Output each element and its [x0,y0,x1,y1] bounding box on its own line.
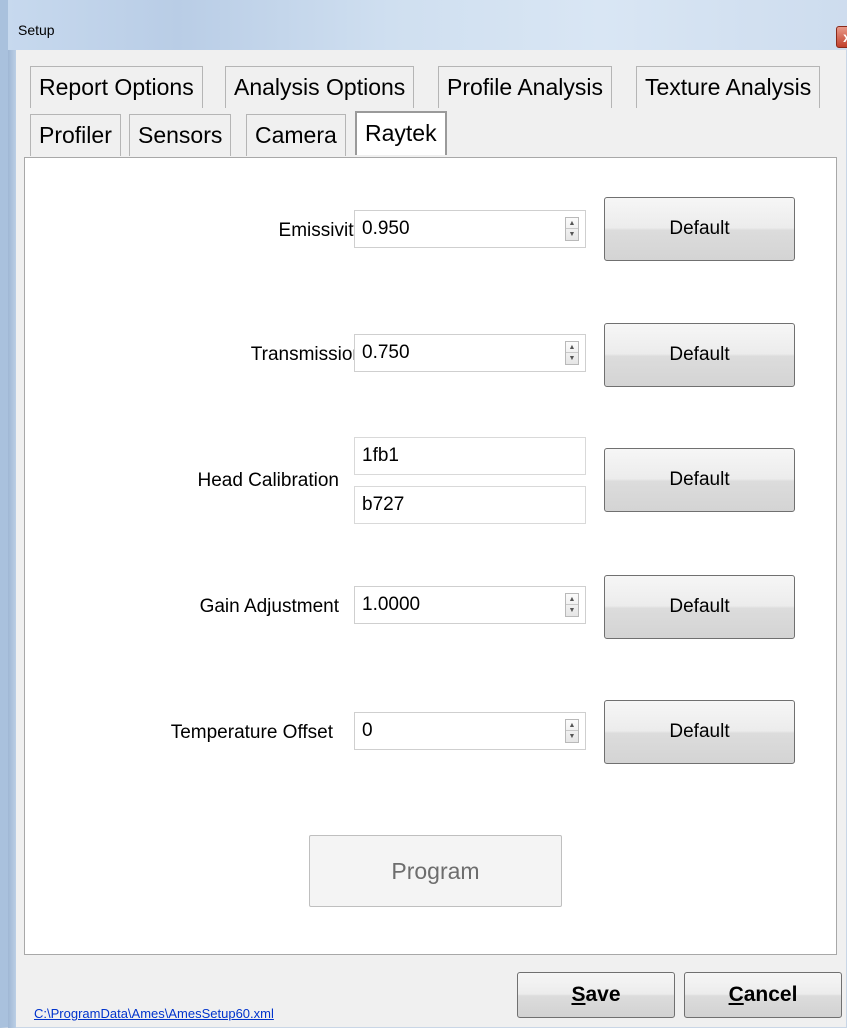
tab-profiler[interactable]: Profiler [30,114,121,156]
transmission-value: 0.750 [362,342,410,363]
spin-buttons: ▲ ▼ [565,217,579,241]
spin-up-icon[interactable]: ▲ [566,342,578,353]
transmission-spinner[interactable]: 0.750 ▲ ▼ [354,334,586,372]
spin-up-icon[interactable]: ▲ [566,218,578,229]
tab-label: Camera [255,122,337,148]
spin-up-icon[interactable]: ▲ [566,594,578,605]
title-bar[interactable]: Setup x [8,0,847,50]
save-label: ave [585,983,621,1006]
spin-down-icon[interactable]: ▼ [566,353,578,364]
tab-label: Texture Analysis [645,74,812,100]
tab-analysis-options[interactable]: Analysis Options [225,66,415,108]
gain-adjustment-spinner[interactable]: 1.0000 ▲ ▼ [354,586,586,624]
tab-label: Profiler [39,122,112,148]
tab-profile-analysis[interactable]: Profile Analysis [438,66,612,108]
tab-texture-analysis[interactable]: Texture Analysis [636,66,821,108]
save-mnemonic: S [571,983,586,1006]
emissivity-label: Emissivity [278,220,363,241]
spin-buttons: ▲ ▼ [565,593,579,617]
head-calibration-field-2[interactable]: b727 [354,486,586,524]
tab-report-options[interactable]: Report Options [30,66,203,108]
cancel-label: ancel [743,983,798,1006]
temperature-offset-value: 0 [362,720,373,741]
close-icon: x [843,29,847,45]
temperature-offset-default-button[interactable]: Default [604,700,795,764]
program-button[interactable]: Program [309,835,562,907]
tab-label: Analysis Options [234,74,406,100]
head-calibration-value-2: b727 [362,494,405,515]
head-calibration-default-button[interactable]: Default [604,448,795,512]
spin-down-icon[interactable]: ▼ [566,731,578,742]
temperature-offset-spinner[interactable]: 0 ▲ ▼ [354,712,586,750]
gain-adjustment-default-button[interactable]: Default [604,575,795,639]
emissivity-value: 0.950 [362,218,410,239]
spin-buttons: ▲ ▼ [565,341,579,365]
head-calibration-label: Head Calibration [197,470,339,491]
emissivity-spinner[interactable]: 0.950 ▲ ▼ [354,210,586,248]
tab-label: Sensors [138,122,223,148]
tab-label: Profile Analysis [447,74,603,100]
spin-down-icon[interactable]: ▼ [566,605,578,616]
spin-down-icon[interactable]: ▼ [566,229,578,240]
temperature-offset-label: Temperature Offset [170,722,333,743]
window-title: Setup [18,22,55,38]
tab-sensors[interactable]: Sensors [129,114,232,156]
cancel-mnemonic: C [728,983,744,1006]
tab-label: Raytek [365,120,437,146]
config-path-link[interactable]: C:\ProgramData\Ames\AmesSetup60.xml [34,1006,274,1021]
tab-raytek[interactable]: Raytek [355,111,447,155]
window-frame-left [8,50,16,1028]
transmission-label: Transmission [250,344,363,365]
tab-camera[interactable]: Camera [246,114,346,156]
save-button[interactable]: Save [517,972,675,1018]
gain-adjustment-label: Gain Adjustment [199,596,339,617]
spin-up-icon[interactable]: ▲ [566,720,578,731]
raytek-tab-panel: Emissivity 0.950 ▲ ▼ Default Transmissio… [24,157,837,955]
cancel-button[interactable]: Cancel [684,972,842,1018]
transmission-default-button[interactable]: Default [604,323,795,387]
gain-adjustment-value: 1.0000 [362,594,421,615]
close-button[interactable]: x [836,26,847,48]
head-calibration-value-1: 1fb1 [362,445,399,466]
tab-label: Report Options [39,74,194,100]
head-calibration-field-1[interactable]: 1fb1 [354,437,586,475]
emissivity-default-button[interactable]: Default [604,197,795,261]
spin-buttons: ▲ ▼ [565,719,579,743]
